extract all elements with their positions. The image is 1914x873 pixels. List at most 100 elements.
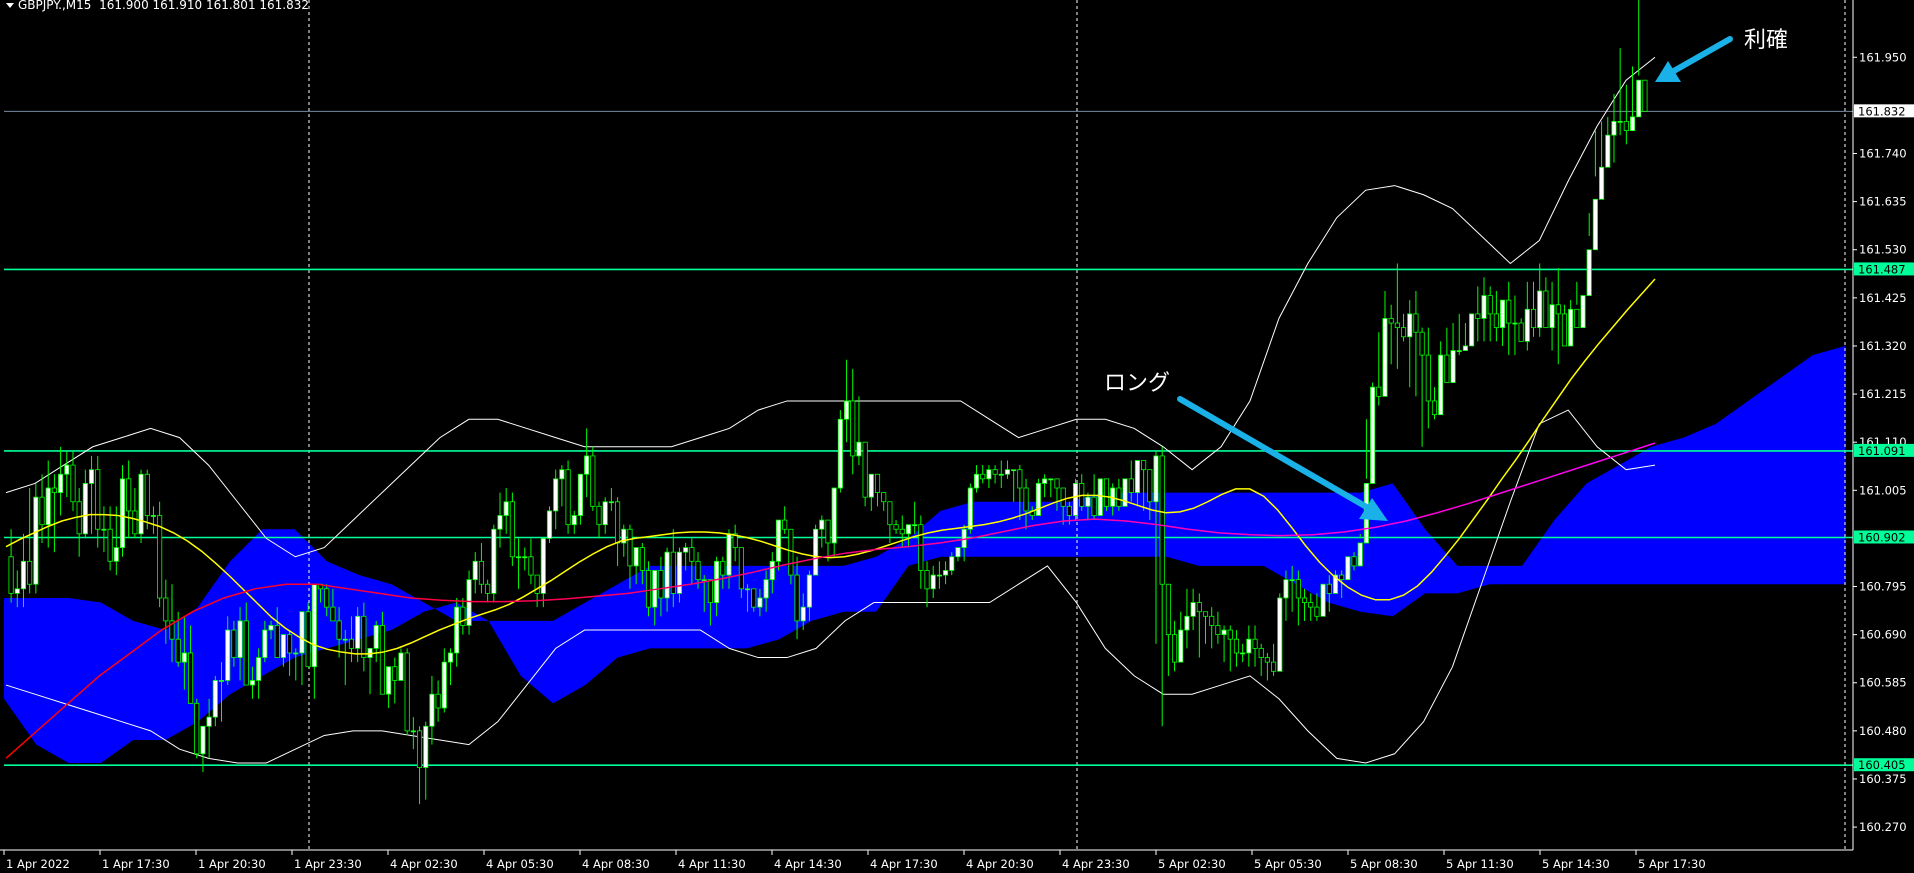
candle-body [1066,505,1072,516]
candle-body [373,625,379,649]
candle-body [287,634,293,654]
candle-245 [1524,281,1530,351]
candle-81 [509,492,515,566]
candle-158 [986,465,992,489]
candle-body [1599,166,1605,200]
candle-body [881,492,887,503]
candle-body [720,560,726,576]
candle-body [256,657,262,681]
level-price-tag-label: 161.487 [1858,262,1906,276]
candle-body [1555,304,1561,315]
candle-body [1209,615,1215,626]
candle-125 [782,506,788,534]
long-entry-label: ロング [1104,371,1171,396]
candle-body [1500,299,1506,329]
candle-229 [1425,327,1431,429]
candle-body [460,606,466,626]
candle-body [299,611,305,654]
candle-body [1376,386,1382,397]
candle-body [918,524,924,571]
candle-88 [553,469,559,530]
candle-263 [1636,0,1642,118]
candle-body [355,615,361,649]
candles [8,0,1648,805]
candle-body [1487,295,1493,315]
candle-body [930,574,936,590]
candle-48 [305,602,311,668]
candle-203 [1264,652,1270,681]
candle-248 [1543,277,1549,329]
candle-body [1469,313,1475,347]
candle-body [627,528,633,567]
candle-24 [157,501,163,608]
candle-175 [1091,474,1097,521]
candle-body [88,469,95,484]
candle-19 [126,460,132,539]
candle-body [1394,322,1400,329]
candle-259 [1611,93,1617,163]
candle-21 [138,469,144,543]
price-axis: 161.950 161.740 161.635 161.530 161.425 161.3… [1852,0,1914,850]
candle-98 [615,497,621,566]
candle-body [1023,487,1029,512]
candle-body [874,473,881,493]
candle-body [1054,478,1060,489]
candle-body [478,560,484,585]
candle-body [410,730,416,733]
candle-body [973,473,980,489]
candle-body [1382,318,1388,397]
candle-204 [1271,643,1277,676]
candle-219 [1363,419,1369,544]
candle-232 [1444,327,1450,384]
candle-body [386,666,392,695]
candle-153 [955,547,961,562]
candle-134 [837,410,843,493]
candle-body [844,400,850,420]
candle-254 [1580,295,1586,329]
candle-15 [101,506,107,553]
candle-body [986,469,992,480]
candle-244 [1518,318,1524,342]
candle-body [806,574,813,608]
candle-body [1450,350,1456,384]
candle-body [1128,478,1134,493]
candle-94 [590,446,596,511]
candle-body [1165,583,1171,636]
candle-body [899,528,905,535]
candle-body [980,473,986,480]
candle-body [714,560,720,603]
candle-body [775,519,782,562]
price-tick-label: 161.740 [1859,147,1907,161]
candle-177 [1103,478,1110,511]
price-chart-canvas[interactable]: 161.950 161.740 161.635 161.530 161.425 161.3… [0,0,1914,873]
candle-176 [1097,478,1103,516]
candle-body [1580,295,1586,329]
candle-body [101,528,107,531]
candle-body [163,597,169,622]
candle-body [1283,579,1289,599]
candle-body [936,574,942,577]
candle-body [1141,460,1147,471]
candle-body [404,652,410,732]
candle-body [249,680,256,686]
candle-body [1493,313,1499,329]
candle-body [45,487,51,526]
candle-3 [27,488,33,594]
candle-body [1153,455,1159,503]
time-tick-label: 4 Apr 08:30 [582,857,650,871]
candle-body [429,693,435,727]
candle-body [1048,478,1054,481]
trading-chart[interactable]: GBPJPY.,M15 161.900 161.910 161.801 161.… [0,0,1914,873]
candle-251 [1561,304,1568,347]
price-tick-label: 160.795 [1859,580,1907,594]
candle-body [1196,602,1202,613]
candle-body [683,547,689,553]
candle-body [8,556,14,594]
candle-body [602,501,608,526]
candle-body [596,505,602,526]
candle-20 [132,488,138,539]
candle-body [559,469,565,480]
price-tick-label: 161.635 [1859,195,1907,209]
candle-body [485,583,491,594]
candle-body [27,560,33,585]
